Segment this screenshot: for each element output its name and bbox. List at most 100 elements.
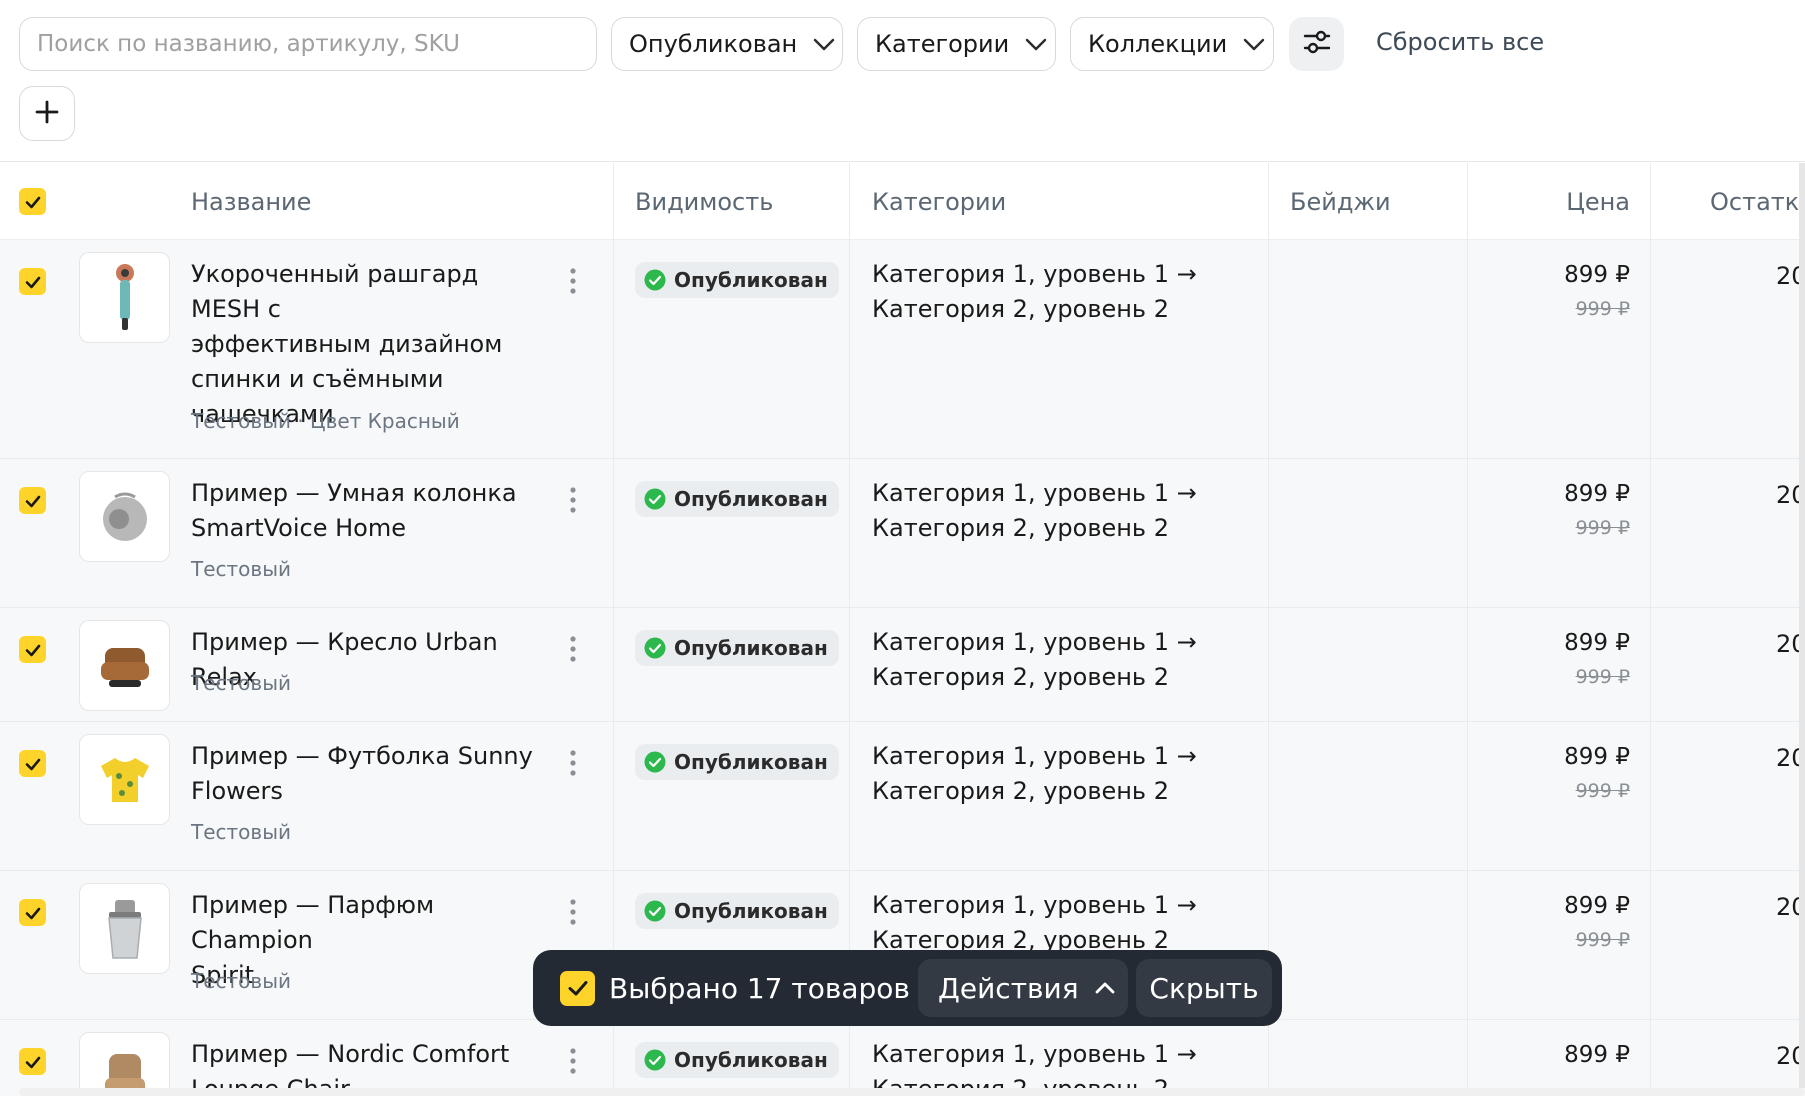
product-subtitle: Тестовый [191, 820, 291, 844]
product-old-price: 999 ₽ [1575, 517, 1630, 539]
table-row[interactable]: Укороченный рашгард MESH с эффективным д… [0, 240, 1805, 459]
product-subtitle: Тестовый [191, 671, 291, 695]
horizontal-scrollbar[interactable] [19, 1088, 1805, 1096]
select-all-checkbox[interactable] [19, 188, 46, 215]
product-categories: Категория 1, уровень 1 → Категория 2, ур… [872, 628, 1197, 691]
product-thumbnail[interactable] [79, 620, 170, 711]
row-checkbox[interactable] [19, 268, 46, 295]
row-menu-button[interactable] [562, 634, 584, 664]
speaker-icon [102, 492, 147, 541]
add-product-button[interactable] [19, 86, 75, 141]
row-menu-button[interactable] [562, 1046, 584, 1076]
check-circle-icon [644, 269, 666, 291]
product-price: 899 ₽ [1564, 1042, 1630, 1068]
column-header-visibility[interactable]: Видимость [635, 163, 773, 240]
hair-dryer-icon [115, 263, 134, 330]
row-checkbox[interactable] [19, 487, 46, 514]
row-menu-button[interactable] [562, 485, 584, 515]
product-categories: Категория 1, уровень 1 → Категория 2, ур… [872, 260, 1197, 323]
filter-collections-dropdown[interactable]: Коллекции [1070, 17, 1274, 71]
status-badge-label: Опубликован [674, 268, 828, 292]
chevron-down-icon [811, 31, 837, 57]
product-thumbnail[interactable] [79, 883, 170, 974]
status-badge: Опубликован [635, 630, 839, 666]
more-vertical-icon [570, 636, 576, 662]
row-menu-button[interactable] [562, 266, 584, 296]
table-row[interactable]: Пример — Кресло Urban Relax Тестовый Опу… [0, 608, 1805, 722]
search-input[interactable] [19, 17, 597, 71]
product-thumbnail[interactable] [79, 734, 170, 825]
status-badge-label: Опубликован [674, 1048, 828, 1072]
column-header-name[interactable]: Название [191, 163, 311, 240]
column-header-badges[interactable]: Бейджи [1290, 163, 1391, 240]
checkmark-icon [25, 196, 40, 208]
product-thumbnail[interactable] [79, 1032, 170, 1096]
product-old-price: 999 ₽ [1575, 929, 1630, 951]
toolbar: Опубликован Категории Коллекции Сбросить… [0, 0, 1805, 162]
row-menu-button[interactable] [562, 897, 584, 927]
column-header-categories[interactable]: Категории [872, 163, 1006, 240]
filter-categories-dropdown[interactable]: Категории [857, 17, 1056, 71]
row-checkbox[interactable] [19, 899, 46, 926]
product-name[interactable]: Пример — Умная колонка SmartVoice Home [191, 476, 551, 546]
more-vertical-icon [570, 268, 576, 294]
status-badge: Опубликован [635, 893, 839, 929]
actions-button[interactable]: Действия [918, 959, 1128, 1017]
table-row[interactable]: Пример — Футболка Sunny Flowers Тестовый… [0, 722, 1805, 871]
product-thumbnail[interactable] [79, 252, 170, 343]
product-thumbnail[interactable] [79, 471, 170, 562]
more-vertical-icon [570, 487, 576, 513]
column-header-stock[interactable]: Остатки [1710, 163, 1805, 240]
product-subtitle: Тестовый [191, 969, 291, 993]
product-subtitle: Тестовый · Цвет Красный [191, 409, 460, 433]
status-badge-label: Опубликован [674, 636, 828, 660]
status-badge-label: Опубликован [674, 487, 828, 511]
tshirt-icon [100, 757, 149, 802]
row-menu-button[interactable] [562, 748, 584, 778]
filter-collections-label: Коллекции [1088, 30, 1228, 58]
column-header-price[interactable]: Цена [1566, 163, 1630, 240]
selection-action-bar: Выбрано 17 товаров Действия Скрыть [533, 950, 1282, 1026]
perfume-icon [107, 899, 142, 959]
check-circle-icon [644, 488, 666, 510]
status-badge-label: Опубликован [674, 899, 828, 923]
hide-button[interactable]: Скрыть [1136, 959, 1272, 1017]
reset-all-link[interactable]: Сбросить все [1376, 28, 1544, 56]
row-checkbox[interactable] [19, 1048, 46, 1075]
check-circle-icon [644, 751, 666, 773]
product-categories: Категория 1, уровень 1 → Категория 2, ур… [872, 891, 1197, 954]
selection-checkbox[interactable] [560, 970, 595, 1006]
check-circle-icon [644, 900, 666, 922]
product-old-price: 999 ₽ [1575, 780, 1630, 802]
product-name[interactable]: Укороченный рашгард MESH с эффективным д… [191, 257, 551, 432]
filter-status-label: Опубликован [629, 30, 798, 58]
chevron-down-icon [1241, 31, 1267, 57]
column-divider [1467, 163, 1468, 1096]
selected-count-text: Выбрано 17 товаров [609, 971, 910, 1005]
filter-settings-button[interactable] [1289, 17, 1344, 71]
product-price: 899 ₽ [1564, 630, 1630, 656]
table-row[interactable]: Пример — Nordic Comfort Lounge Chair Опу… [0, 1020, 1805, 1096]
product-name[interactable]: Пример — Футболка Sunny Flowers [191, 739, 551, 809]
product-categories: Категория 1, уровень 1 → Категория 2, ур… [872, 479, 1197, 542]
row-checkbox[interactable] [19, 750, 46, 777]
product-price: 899 ₽ [1564, 893, 1630, 919]
product-old-price: 999 ₽ [1575, 666, 1630, 688]
product-categories: Категория 1, уровень 1 → Категория 2, ур… [872, 742, 1197, 805]
table-header: Название Видимость Категории Бейджи Цена… [0, 163, 1805, 240]
actions-button-label: Действия [938, 971, 1079, 1005]
status-badge: Опубликован [635, 744, 839, 780]
vertical-scrollbar[interactable] [1799, 163, 1805, 1088]
more-vertical-icon [570, 1048, 576, 1074]
checkmark-icon [25, 276, 40, 288]
table-row[interactable]: Пример — Умная колонка SmartVoice Home Т… [0, 459, 1805, 608]
check-circle-icon [644, 637, 666, 659]
plus-icon [34, 99, 60, 129]
filter-status-dropdown[interactable]: Опубликован [611, 17, 843, 71]
filter-categories-label: Категории [875, 30, 1010, 58]
row-checkbox[interactable] [19, 636, 46, 663]
product-price: 899 ₽ [1564, 262, 1630, 288]
checkmark-icon [25, 1056, 40, 1068]
product-price: 899 ₽ [1564, 481, 1630, 507]
column-divider [1650, 163, 1651, 1096]
